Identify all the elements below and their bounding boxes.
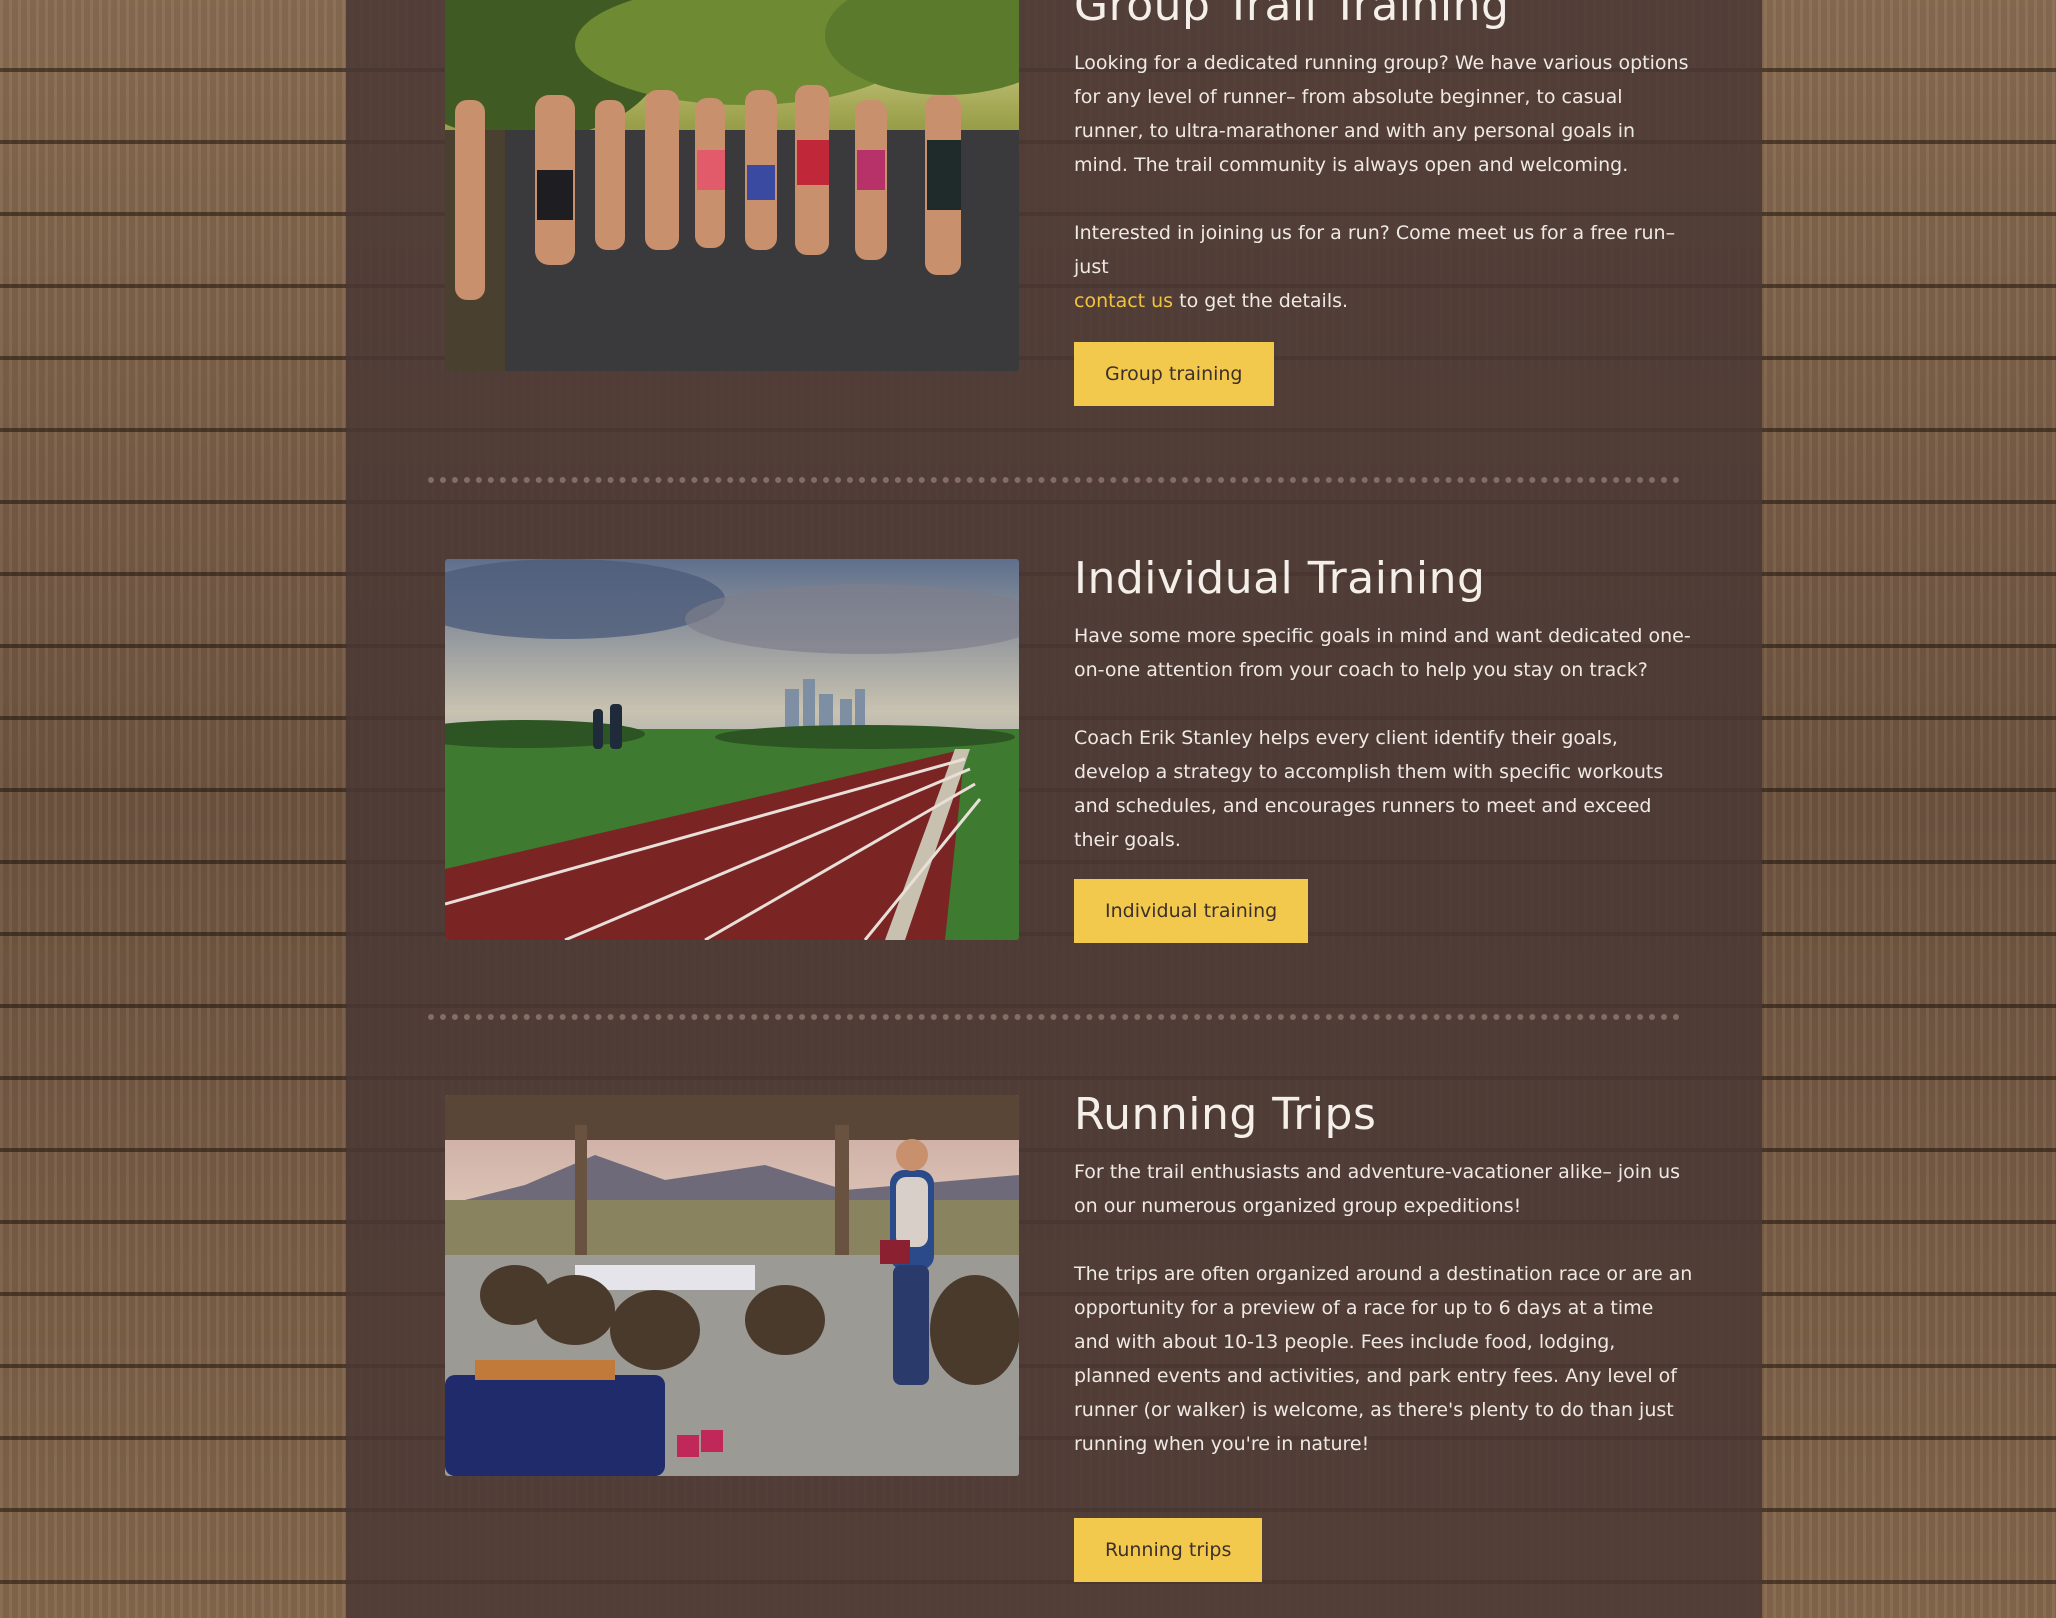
contact-us-link[interactable]: contact us — [1074, 290, 1173, 312]
running-trips-section: Running Trips For the trail enthusiasts … — [445, 1089, 1705, 1615]
group-training-button[interactable]: Group training — [1074, 342, 1274, 406]
section-title: Group Trail Training — [1074, 0, 1510, 31]
section-divider — [428, 477, 1680, 483]
section-paragraph-contact: Interested in joining us for a run? Come… — [1074, 216, 1694, 318]
contact-tail-text: to get the details. — [1173, 290, 1349, 312]
group-runners-photo — [445, 0, 1019, 371]
trip-patio-photo — [445, 1095, 1019, 1476]
running-trips-button[interactable]: Running trips — [1074, 1518, 1263, 1582]
group-training-section: Group Trail Training Looking for a dedic… — [445, 0, 1705, 410]
section-paragraph: Have some more specific goals in mind an… — [1074, 625, 1691, 681]
contact-lead-text: Interested in joining us for a run? Come… — [1074, 222, 1676, 278]
section-title: Individual Training — [1074, 553, 1486, 604]
section-divider — [428, 1014, 1680, 1020]
section-paragraph: The trips are often organized around a d… — [1074, 1263, 1693, 1455]
track-runners-photo — [445, 559, 1019, 940]
group-training-text: Group Trail Training Looking for a dedic… — [1074, 0, 1694, 406]
individual-training-text: Individual Training Have some more speci… — [1074, 551, 1694, 943]
section-paragraph: For the trail enthusiasts and adventure-… — [1074, 1161, 1681, 1217]
content-panel: Group Trail Training Looking for a dedic… — [346, 0, 1762, 1618]
running-trips-text: Running Trips For the trail enthusiasts … — [1074, 1087, 1694, 1582]
section-paragraph: Looking for a dedicated running group? W… — [1074, 52, 1689, 176]
individual-training-button[interactable]: Individual training — [1074, 879, 1309, 943]
section-paragraph: Coach Erik Stanley helps every client id… — [1074, 727, 1664, 851]
individual-training-section: Individual Training Have some more speci… — [445, 553, 1705, 979]
section-title: Running Trips — [1074, 1089, 1377, 1140]
